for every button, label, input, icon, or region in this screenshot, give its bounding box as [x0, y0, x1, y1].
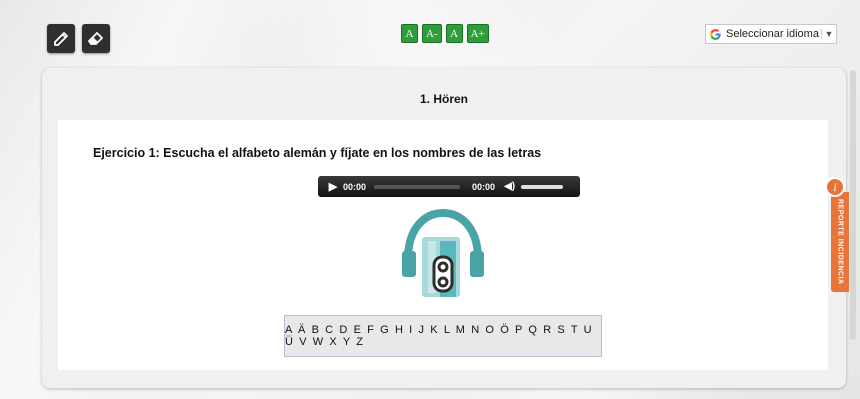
audio-duration: 00:00	[472, 181, 496, 192]
audio-progress-track[interactable]	[374, 184, 461, 189]
info-icon[interactable]: i	[825, 177, 845, 197]
play-icon[interactable]: ▶	[323, 180, 343, 193]
pencil-icon	[54, 31, 68, 46]
headphones-cassette-icon	[402, 208, 484, 297]
language-select[interactable]: Seleccionar idioma ▼	[705, 24, 837, 44]
font-default-button[interactable]: A	[445, 24, 463, 43]
eraser-button[interactable]	[82, 24, 110, 53]
alphabet-box: A Ä B C D E F G H I J K L M N O Ö P Q R …	[284, 315, 602, 357]
audio-current-time: 00:00	[343, 181, 367, 192]
exercise-title: Ejercicio 1: Escucha el alfabeto alemán …	[93, 146, 542, 160]
volume-icon[interactable]: ◀)	[504, 181, 515, 192]
report-incident-label: REPORTE INCIDENCIA	[836, 199, 844, 285]
pencil-button[interactable]	[47, 24, 75, 53]
report-incident-tab[interactable]: REPORTE INCIDENCIA	[831, 192, 849, 292]
font-increase-button[interactable]: A+	[466, 24, 489, 43]
google-g-icon	[706, 28, 724, 41]
chevron-down-icon: ▼	[821, 29, 836, 39]
font-reset-button[interactable]: A	[401, 24, 418, 43]
volume-slider[interactable]	[521, 184, 564, 189]
scrollbar[interactable]	[850, 70, 856, 340]
font-decrease-button[interactable]: A-	[422, 24, 442, 43]
audio-player: ▶ 00:00 00:00 ◀)	[318, 176, 580, 197]
section-title: 1. Hören	[419, 92, 468, 106]
font-size-controls: A A- A A+	[401, 24, 489, 43]
language-select-label: Seleccionar idioma	[726, 28, 819, 40]
eraser-icon	[88, 31, 103, 45]
